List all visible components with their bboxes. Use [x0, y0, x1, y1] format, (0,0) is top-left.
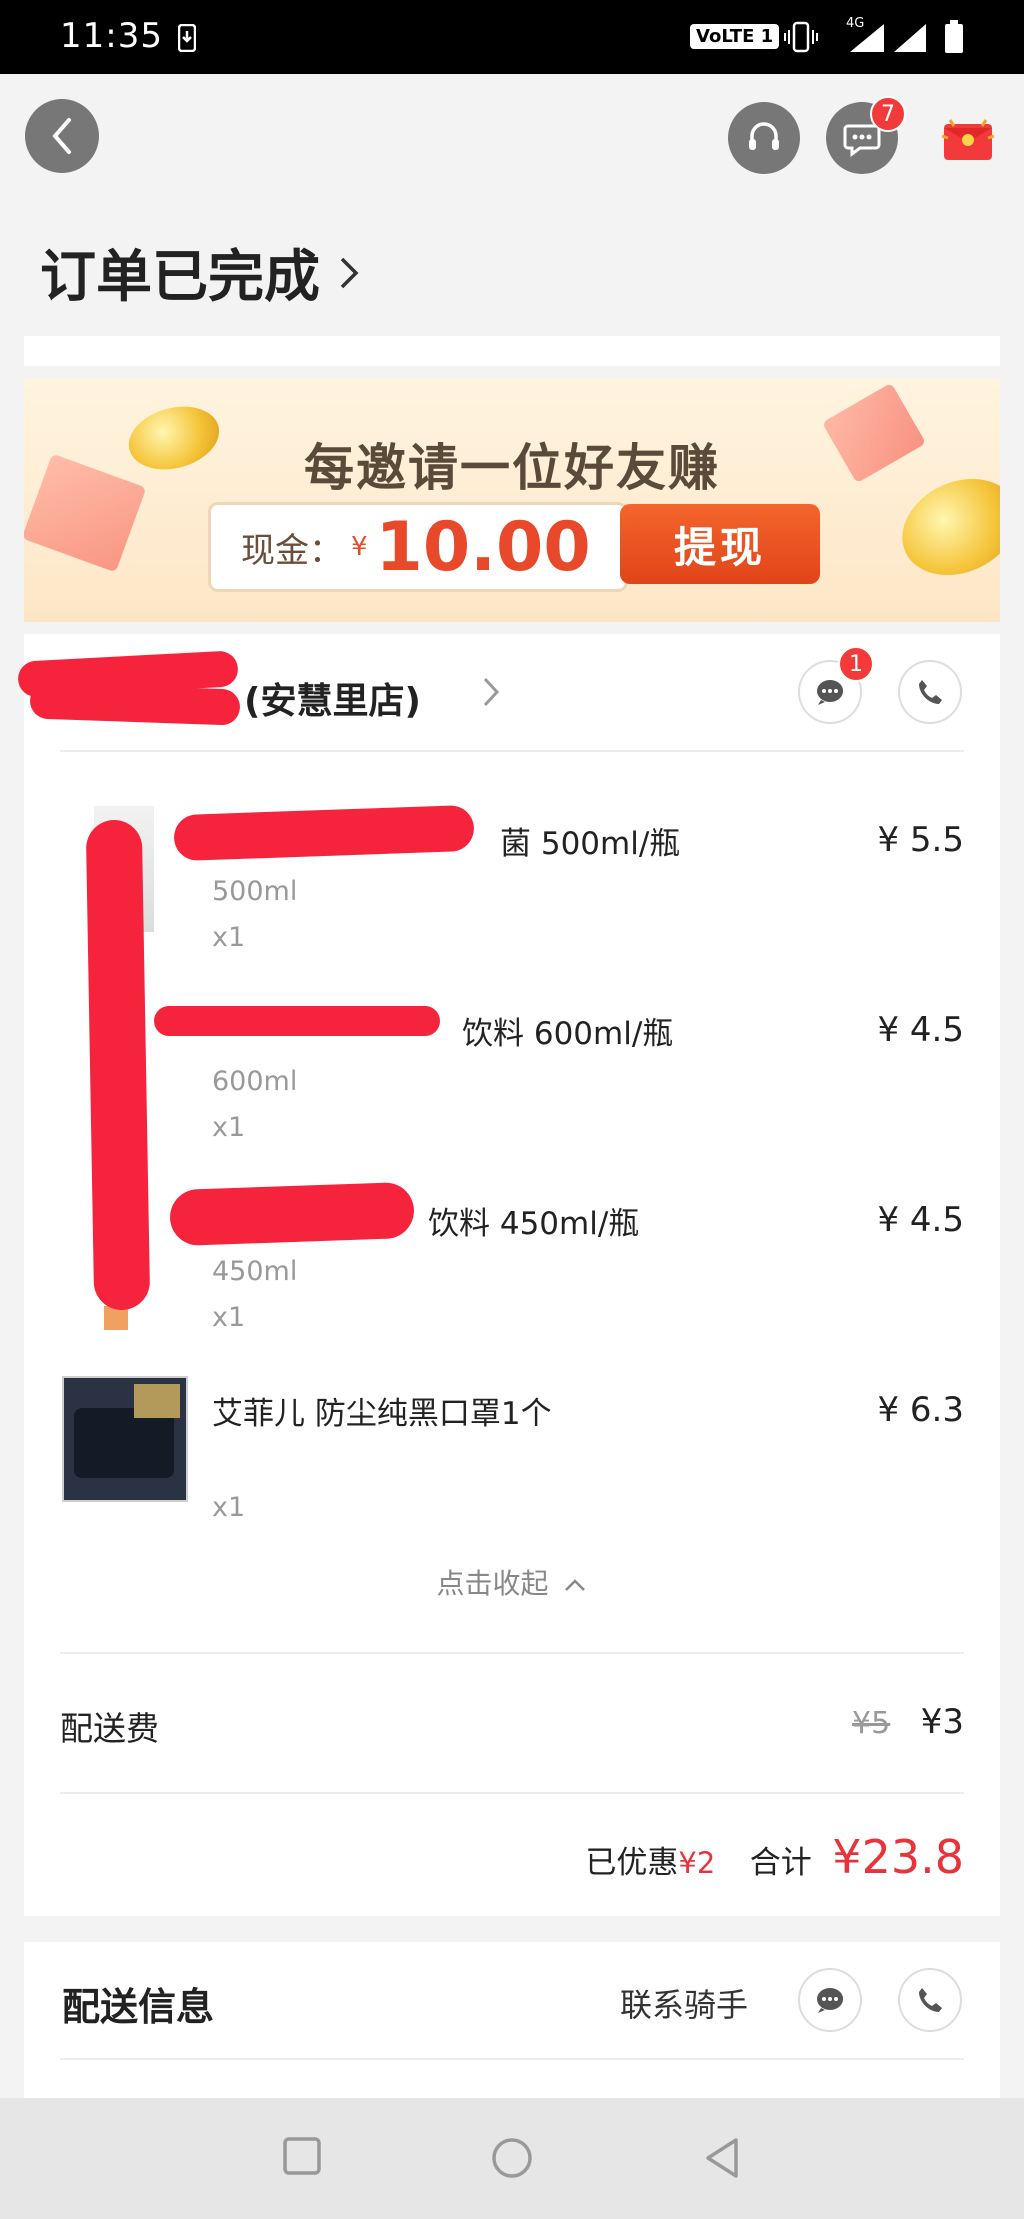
volte-label: VoLTE 1 [690, 24, 780, 49]
delivery-fee-values: ¥5 ¥3 [852, 1702, 964, 1742]
redaction-mark [173, 804, 475, 862]
product-name: 菌 500ml/瓶 [500, 826, 681, 862]
headset-icon [749, 122, 779, 150]
delivery-fee-final: ¥3 [920, 1702, 964, 1742]
chevron-right-icon [340, 257, 359, 288]
product-name: 饮料 450ml/瓶 [428, 1206, 640, 1242]
withdraw-button[interactable]: 提现 [620, 504, 820, 584]
divider [60, 1652, 964, 1654]
red-envelope-icon [941, 119, 995, 160]
store-row[interactable]: (安慧里店) 1 [17, 634, 1000, 750]
back-nav-button[interactable] [702, 2136, 742, 2184]
product-price: ¥ 4.5 [877, 1200, 964, 1240]
status-bar: 11:35 VoLTE 1 4G [0, 0, 1024, 74]
store-name: (安慧里店) [244, 681, 421, 722]
phone-icon [919, 680, 942, 704]
chevron-left-icon [52, 118, 71, 154]
phone-icon [919, 1988, 942, 2012]
store-phone-button[interactable] [898, 660, 962, 724]
chevron-up-icon [565, 1579, 586, 1591]
vibrate-icon [784, 20, 818, 58]
list-item[interactable]: 饮料 600ml/瓶 600ml x1 ¥ 4.5 [24, 996, 1000, 1186]
order-status-text: 订单已完成 [40, 245, 320, 310]
total-label: 合计 [749, 1845, 812, 1881]
divider [60, 1792, 964, 1794]
product-qty: x1 [212, 1112, 246, 1143]
customer-service-button[interactable] [728, 102, 800, 174]
product-thumbnail [62, 1376, 188, 1502]
list-item[interactable]: 菌 500ml/瓶 500ml x1 ¥ 5.5 [24, 804, 1000, 996]
home-button[interactable] [490, 2136, 534, 2184]
square-icon [283, 2137, 321, 2175]
product-qty: x1 [212, 1492, 246, 1523]
contact-rider-label: 联系骑手 [620, 1986, 749, 2024]
rider-phone-button[interactable] [898, 1968, 962, 2032]
messages-button[interactable]: 7 [826, 96, 906, 174]
delivery-fee-row: 配送费 ¥5 ¥3 [60, 1702, 964, 1750]
product-spec: 450ml [212, 1256, 298, 1287]
total-row: 已优惠¥2 合计 ¥23.8 [60, 1830, 964, 1884]
invite-banner[interactable]: 每邀请一位好友赚 现金： ¥ 10.00 提现 [24, 378, 1000, 622]
list-item[interactable]: 饮料 450ml/瓶 450ml x1 ¥ 4.5 [24, 1181, 1000, 1376]
system-nav-bar [0, 2098, 1024, 2219]
list-item[interactable]: 艾菲儿 防尘纯黑口罩1个 x1 ¥ 6.3 [24, 1376, 1000, 1566]
signal-icon [848, 22, 888, 58]
chat-bubble-icon [817, 1988, 844, 2013]
product-name: 饮料 600ml/瓶 [462, 1016, 674, 1052]
order-status-strip [24, 336, 1000, 366]
delivery-fee-label: 配送费 [60, 1709, 159, 1748]
order-detail-card: (安慧里店) 1 菌 500ml/瓶 500ml x1 ¥ 5.5 饮料 600… [17, 634, 1000, 1916]
chevron-right-icon [483, 677, 500, 707]
collapse-label: 点击收起 [436, 1567, 549, 1600]
product-qty: x1 [212, 922, 246, 953]
cash-currency: ¥ [351, 532, 368, 562]
store-chat-button[interactable]: 1 [798, 646, 874, 724]
recents-button[interactable] [282, 2136, 322, 2180]
chat-bubble-icon [817, 680, 844, 705]
product-price: ¥ 6.3 [877, 1390, 964, 1430]
triangle-back-icon [706, 2138, 738, 2178]
product-qty: x1 [212, 1302, 246, 1333]
delivery-info-title: 配送信息 [62, 1985, 215, 2029]
product-price: ¥ 5.5 [877, 820, 964, 860]
circle-icon [492, 2138, 532, 2178]
store-chat-badge: 1 [838, 646, 874, 682]
redaction-mark [29, 682, 241, 726]
rider-chat-button[interactable] [798, 1968, 862, 2032]
product-spec: 600ml [212, 1066, 298, 1097]
delivery-fee-original: ¥5 [852, 1706, 891, 1741]
total-amount: ¥23.8 [832, 1830, 964, 1884]
delivery-info-card: 配送信息 联系骑手 [24, 1942, 1000, 2098]
collapse-toggle[interactable]: 点击收起 [24, 1562, 1000, 1602]
discount-amount: ¥2 [678, 1846, 716, 1880]
red-envelope-button[interactable] [940, 114, 996, 168]
product-name: 艾菲儿 防尘纯黑口罩1个 [212, 1396, 552, 1432]
download-icon [177, 23, 197, 56]
product-price: ¥ 4.5 [877, 1010, 964, 1050]
signal-icon-2 [892, 22, 928, 58]
cash-box: 现金： ¥ 10.00 [208, 502, 628, 592]
divider [60, 750, 964, 752]
order-status-title[interactable]: 订单已完成 [40, 232, 360, 313]
redaction-mark [154, 1006, 440, 1036]
status-time: 11:35 [60, 16, 163, 56]
back-button[interactable] [25, 99, 99, 173]
redaction-mark [169, 1181, 415, 1247]
message-count-badge: 7 [870, 96, 906, 132]
cash-label: 现金： [241, 530, 343, 571]
product-spec: 500ml [212, 876, 298, 907]
banner-headline: 每邀请一位好友赚 [304, 439, 720, 497]
divider [60, 2058, 964, 2060]
discount-label: 已优惠 [585, 1845, 679, 1881]
top-bar: 7 [0, 74, 1024, 204]
cash-amount: 10.00 [375, 507, 591, 587]
redaction-mark [85, 819, 151, 1311]
battery-icon [944, 20, 964, 58]
